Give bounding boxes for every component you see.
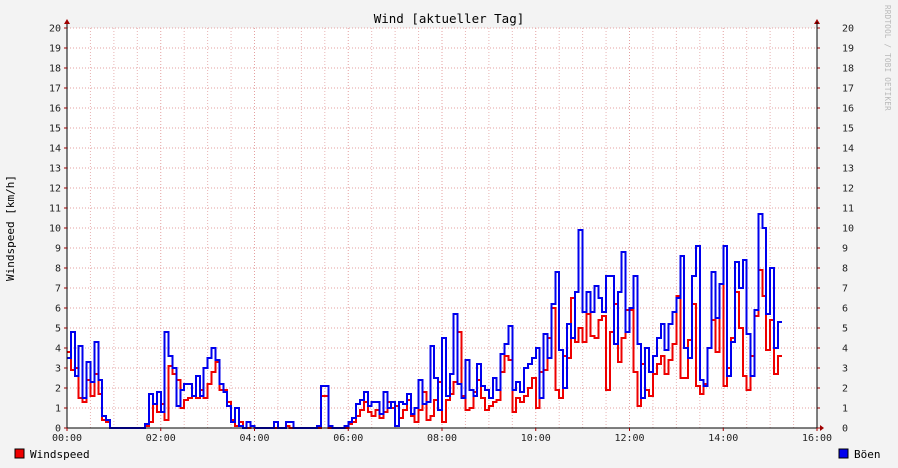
- y-tick-label-right: 9: [842, 244, 848, 255]
- y-tick-label-right: 10: [842, 224, 854, 235]
- x-tick-label: 14:00: [708, 433, 738, 444]
- y-tick-label-right: 13: [842, 164, 854, 175]
- chart-title: Wind [aktueller Tag]: [374, 11, 525, 26]
- y-tick-label: 12: [49, 184, 61, 195]
- y-tick-label: 20: [49, 24, 61, 35]
- y-tick-label: 2: [55, 384, 61, 395]
- wind-chart: 01234567891011121314151617181920 0123456…: [0, 0, 898, 468]
- legend-boeen-swatch: [838, 448, 849, 459]
- x-tick-label: 16:00: [802, 433, 832, 444]
- y-tick-label: 7: [55, 284, 61, 295]
- y-tick-label: 13: [49, 164, 61, 175]
- y-tick-label-right: 7: [842, 284, 848, 295]
- y-tick-label-right: 11: [842, 204, 854, 215]
- y-tick-label-right: 5: [842, 324, 848, 335]
- y-tick-label-right: 20: [842, 24, 854, 35]
- y-axis-label: Windspeed [km/h]: [4, 175, 17, 281]
- legend-windspeed-label: Windspeed: [30, 448, 90, 461]
- x-tick-label: 10:00: [521, 433, 551, 444]
- y-tick-label-right: 15: [842, 124, 854, 135]
- y-tick-label-right: 3: [842, 364, 848, 375]
- y-tick-label-right: 2: [842, 384, 848, 395]
- chart-image: 0 1 2 3 4 5 6 7 8 9 10 11 12 13 14 15 16 17 18 19 20 0123456…: [0, 0, 898, 468]
- y-tick-label: 9: [55, 244, 61, 255]
- y-tick-label: 10: [49, 224, 61, 235]
- x-tick-label: 08:00: [427, 433, 457, 444]
- y-tick-label: 1: [55, 404, 61, 415]
- y-tick-label: 16: [49, 104, 61, 115]
- x-tick-label: 12:00: [614, 433, 644, 444]
- y-tick-label: 14: [49, 144, 61, 155]
- y-tick-label: 3: [55, 364, 61, 375]
- legend-windspeed-swatch: [14, 448, 25, 459]
- x-tick-label: 02:00: [146, 433, 176, 444]
- y-tick-label-right: 17: [842, 84, 854, 95]
- y-tick-label: 11: [49, 204, 61, 215]
- y-tick-label: 15: [49, 124, 61, 135]
- y-tick-label: 17: [49, 84, 61, 95]
- y-tick-label-right: 6: [842, 304, 848, 315]
- y-tick-label: 5: [55, 324, 61, 335]
- y-tick-label-right: 19: [842, 44, 854, 55]
- x-tick-label: 04:00: [239, 433, 269, 444]
- y-tick-label-right: 18: [842, 64, 854, 75]
- y-tick-label: 19: [49, 44, 61, 55]
- x-tick-label: 06:00: [333, 433, 363, 444]
- y-tick-label-right: 12: [842, 184, 854, 195]
- y-tick-label: 8: [55, 264, 61, 275]
- x-tick-label: 00:00: [52, 433, 82, 444]
- y-tick-label: 18: [49, 64, 61, 75]
- y-tick-label: 6: [55, 304, 61, 315]
- legend-boeen-label: Böen: [854, 448, 881, 461]
- y-tick-label: 4: [55, 344, 61, 355]
- y-tick-label-right: 14: [842, 144, 854, 155]
- y-tick-label-right: 16: [842, 104, 854, 115]
- y-tick-label-right: 0: [842, 424, 848, 435]
- rrdtool-watermark: RRDTOOL / TOBI OETIKER: [883, 5, 892, 111]
- y-tick-label-right: 4: [842, 344, 848, 355]
- y-tick-label-right: 8: [842, 264, 848, 275]
- y-tick-label-right: 1: [842, 404, 848, 415]
